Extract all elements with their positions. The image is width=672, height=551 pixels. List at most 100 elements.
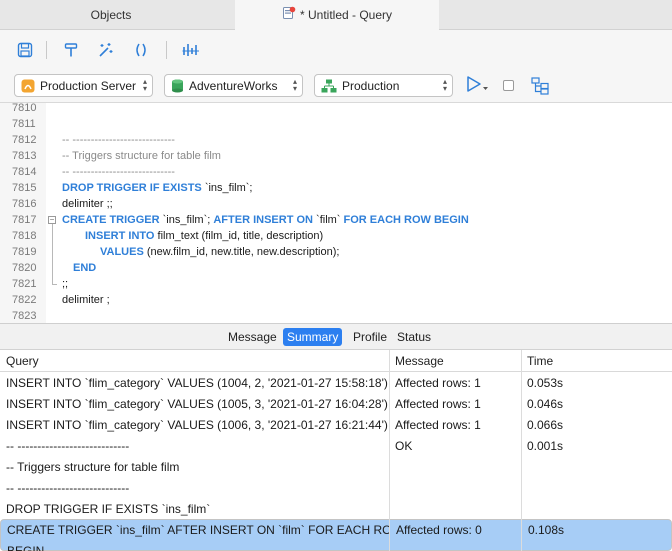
tab-status[interactable]: Status xyxy=(393,328,435,346)
column-divider[interactable] xyxy=(521,350,522,551)
cell-query: -- Triggers structure for table film xyxy=(6,460,180,474)
cell-time: 0.108s xyxy=(528,523,565,537)
beautify-icon xyxy=(99,43,113,57)
code-text: `ins_film`; xyxy=(201,182,253,194)
schema-icon xyxy=(321,79,337,93)
cell-query: -- ---------------------------- xyxy=(6,481,130,495)
cell-time: 0.001s xyxy=(527,439,564,453)
cell-query: -- ---------------------------- xyxy=(6,439,130,453)
table-row[interactable]: INSERT INTO `flim_category` VALUES (1006… xyxy=(0,415,672,436)
cell-message: Affected rows: 1 xyxy=(395,376,481,390)
line-number: 7821 xyxy=(12,278,37,290)
code-keyword: END xyxy=(73,262,97,274)
tab-query-label: * Untitled - Query xyxy=(299,8,393,22)
server-icon xyxy=(21,79,35,93)
schema-select-value: Production xyxy=(342,78,400,93)
code-keyword: VALUES xyxy=(100,246,144,258)
tab-message[interactable]: Message xyxy=(224,328,281,346)
code-text: delimiter ;; xyxy=(62,198,113,210)
line-number: 7819 xyxy=(12,246,37,258)
table-row[interactable]: INSERT INTO `flim_category` VALUES (1004… xyxy=(0,373,672,394)
database-select-value: AdventureWorks xyxy=(189,78,278,93)
column-divider[interactable] xyxy=(389,350,390,551)
cell-message: Affected rows: 0 xyxy=(396,523,482,537)
query-file-icon xyxy=(282,1,296,31)
line-number: 7820 xyxy=(12,262,37,274)
run-button[interactable] xyxy=(464,74,492,97)
line-number: 7814 xyxy=(12,166,37,178)
line-number: 7823 xyxy=(12,310,37,322)
sql-editor[interactable]: 7810 7811 7812 -- -----------------------… xyxy=(0,103,672,323)
toolbar-divider xyxy=(166,41,167,59)
code-keyword: CREATE TRIGGER xyxy=(62,214,160,226)
save-icon xyxy=(17,42,33,58)
connection-select-value: Production Server xyxy=(40,78,137,93)
code-keyword: DROP TRIGGER IF EXISTS xyxy=(62,182,202,194)
cell-query: INSERT INTO `flim_category` VALUES (1005… xyxy=(6,397,388,411)
database-select[interactable]: AdventureWorks ▴ ▾ xyxy=(164,74,303,97)
cell-time: 0.046s xyxy=(527,397,564,411)
code-comment: -- ---------------------------- xyxy=(62,166,175,178)
code-comment: -- ---------------------------- xyxy=(62,134,175,146)
document-tab-bar: Objects * Untitled - Query xyxy=(0,0,672,30)
save-button[interactable] xyxy=(14,39,36,61)
code-keyword: INSERT INTO xyxy=(85,230,155,242)
format-icon xyxy=(64,43,78,57)
code-text: `ins_film`; xyxy=(159,214,214,226)
fold-toggle-icon[interactable]: − xyxy=(48,216,56,224)
column-header-query[interactable]: Query xyxy=(0,350,389,372)
tab-query[interactable]: * Untitled - Query xyxy=(235,0,439,30)
run-icon xyxy=(467,76,488,92)
cell-query-continued: BEGIN xyxy=(7,544,45,551)
line-number: 7812 xyxy=(12,134,37,146)
code-keyword: FOR EACH ROW BEGIN xyxy=(343,214,469,226)
table-row[interactable]: DROP TRIGGER IF EXISTS `ins_film` xyxy=(0,499,672,520)
run-selected-checkbox[interactable] xyxy=(503,80,514,91)
code-comment: -- Triggers structure for table film xyxy=(62,150,221,162)
table-row[interactable]: -- Triggers structure for table film xyxy=(0,457,672,478)
explain-button[interactable] xyxy=(180,39,202,61)
code-keyword: AFTER INSERT ON xyxy=(213,214,313,226)
cell-query: INSERT INTO `flim_category` VALUES (1004… xyxy=(6,376,388,390)
visual-explain-button[interactable] xyxy=(531,77,549,98)
code-text: `film` xyxy=(312,214,344,226)
table-row[interactable]: INSERT INTO `flim_category` VALUES (1005… xyxy=(0,394,672,415)
database-icon xyxy=(171,79,184,93)
beautify-button[interactable] xyxy=(94,39,116,61)
fold-guide-end xyxy=(52,284,57,285)
code-line: INSERT INTO film_text (film_id, title, d… xyxy=(85,228,323,244)
table-row[interactable]: -- ---------------------------- xyxy=(0,478,672,499)
code-text: ;; xyxy=(62,278,69,290)
line-number: 7815 xyxy=(12,182,37,194)
tab-summary[interactable]: Summary xyxy=(283,328,343,346)
code-line: CREATE TRIGGER `ins_film`; AFTER INSERT … xyxy=(62,212,469,228)
line-number: 7811 xyxy=(12,118,36,130)
select-arrows-icon: ▴ ▾ xyxy=(142,77,147,93)
cell-query: CREATE TRIGGER `ins_film` AFTER INSERT O… xyxy=(7,523,390,537)
format-button[interactable] xyxy=(60,39,82,61)
connection-selector-bar: Production Server ▴ ▾ AdventureWorks ▴ ▾ P… xyxy=(0,68,672,103)
line-number: 7816 xyxy=(12,198,37,210)
code-line: VALUES (new.film_id, new.title, new.desc… xyxy=(100,244,339,260)
code-text: delimiter ; xyxy=(62,294,110,306)
code-wrap-button[interactable] xyxy=(130,39,152,61)
cell-message: OK xyxy=(395,439,413,453)
tab-profile[interactable]: Profile xyxy=(349,328,391,346)
explain-icon xyxy=(182,44,199,56)
table-header-row: Query Message Time xyxy=(0,350,672,372)
select-arrows-icon: ▴ ▾ xyxy=(442,77,447,93)
toolbar-divider xyxy=(46,41,47,59)
table-row[interactable]: -- ---------------------------- OK 0.001… xyxy=(0,436,672,457)
cell-message: Affected rows: 1 xyxy=(395,397,481,411)
visual-explain-icon xyxy=(531,77,549,95)
result-tab-bar: Message Summary Profile Status xyxy=(0,323,672,350)
cell-query: INSERT INTO `flim_category` VALUES (1006… xyxy=(6,418,388,432)
column-header-message[interactable]: Message xyxy=(389,350,521,372)
code-text: (new.film_id, new.title, new.description… xyxy=(143,246,340,258)
code-text: film_text (film_id, title, description) xyxy=(154,230,324,242)
table-row-selected[interactable]: CREATE TRIGGER `ins_film` AFTER INSERT O… xyxy=(0,519,672,551)
tab-objects[interactable]: Objects xyxy=(0,0,222,30)
schema-select[interactable]: Production ▴ ▾ xyxy=(314,74,453,97)
connection-select[interactable]: Production Server ▴ ▾ xyxy=(14,74,153,97)
column-header-time[interactable]: Time xyxy=(521,350,672,372)
